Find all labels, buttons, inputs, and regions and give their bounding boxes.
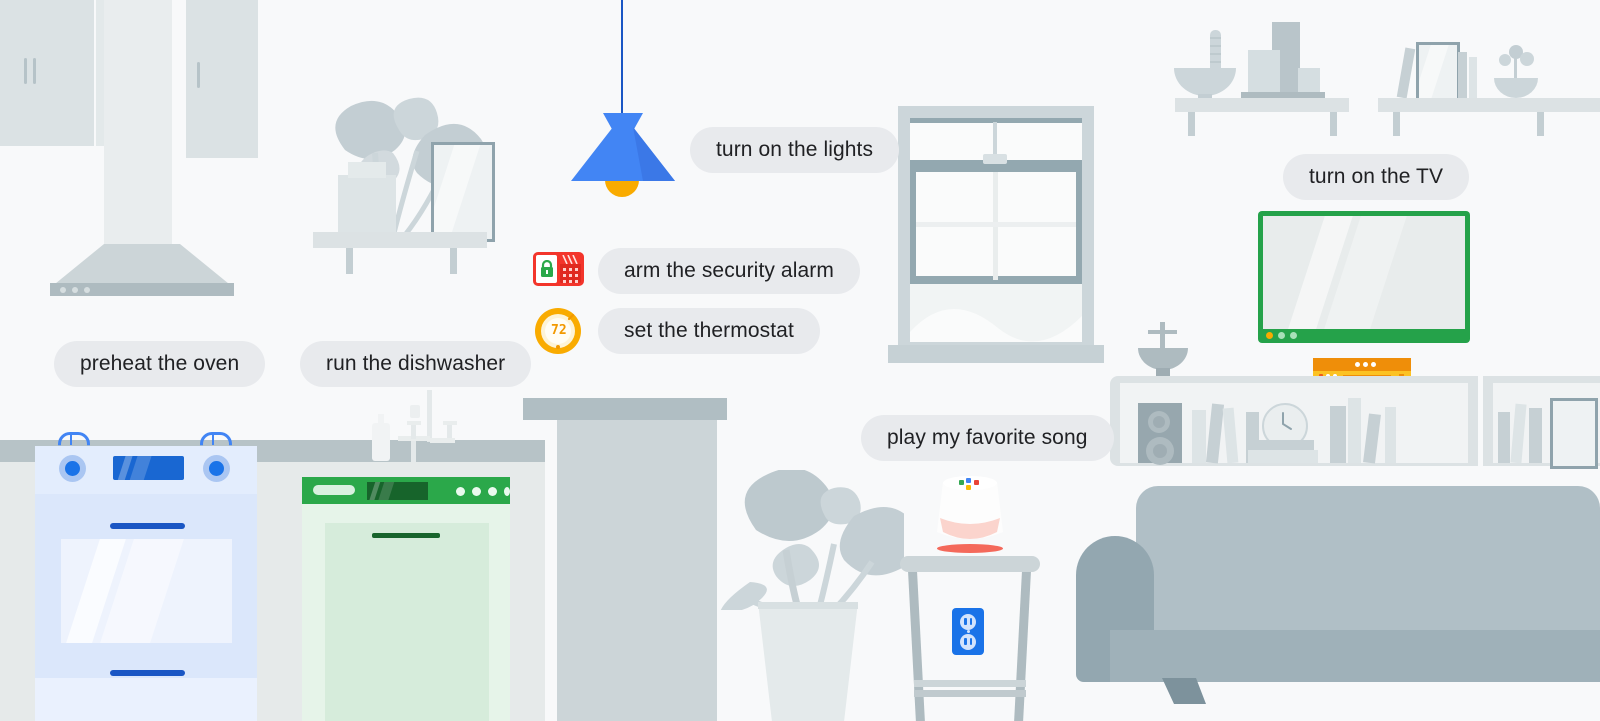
couch-leg xyxy=(1162,678,1206,704)
oven-knob-right[interactable] xyxy=(203,455,230,482)
oven-door-handle[interactable] xyxy=(110,523,185,529)
speaker-led-blue xyxy=(966,478,971,483)
speaker-led-yellow xyxy=(966,485,971,490)
tv-power-led xyxy=(1266,332,1273,339)
bookshelf-speaker xyxy=(1138,403,1182,465)
oven-drawer-handle[interactable] xyxy=(110,670,185,676)
bubble-turn-on-tv[interactable]: turn on the TV xyxy=(1283,154,1470,200)
lamp-cord xyxy=(621,0,623,114)
bubble-run-dishwasher[interactable]: run the dishwasher xyxy=(300,341,532,387)
bubble-play-favorite-song[interactable]: play my favorite song xyxy=(861,415,1114,461)
picture-frame xyxy=(431,142,495,242)
bubble-set-thermostat[interactable]: set the thermostat xyxy=(598,308,820,354)
dishwasher-door-handle[interactable] xyxy=(372,533,440,538)
lock-icon xyxy=(541,260,553,277)
dishwasher-display[interactable] xyxy=(367,482,428,500)
speaker-led-green xyxy=(959,480,964,485)
oven-display[interactable] xyxy=(113,456,184,480)
security-panel-icon[interactable] xyxy=(533,252,584,286)
smart-outlet-icon[interactable] xyxy=(952,608,984,655)
lamp-shade-icon xyxy=(571,113,675,181)
dishwasher-start-button[interactable] xyxy=(313,485,355,495)
bubble-preheat-oven[interactable]: preheat the oven xyxy=(54,341,266,387)
thermostat-temperature: 72 xyxy=(551,323,567,338)
oven-knob-left[interactable] xyxy=(59,455,86,482)
speaker-led-red xyxy=(974,480,979,485)
bubble-turn-on-lights[interactable]: turn on the lights xyxy=(690,127,900,173)
bubble-arm-security-alarm[interactable]: arm the security alarm xyxy=(598,248,860,294)
smart-home-illustration: 72 preheat the oven run the dishwasher t… xyxy=(0,0,1600,721)
